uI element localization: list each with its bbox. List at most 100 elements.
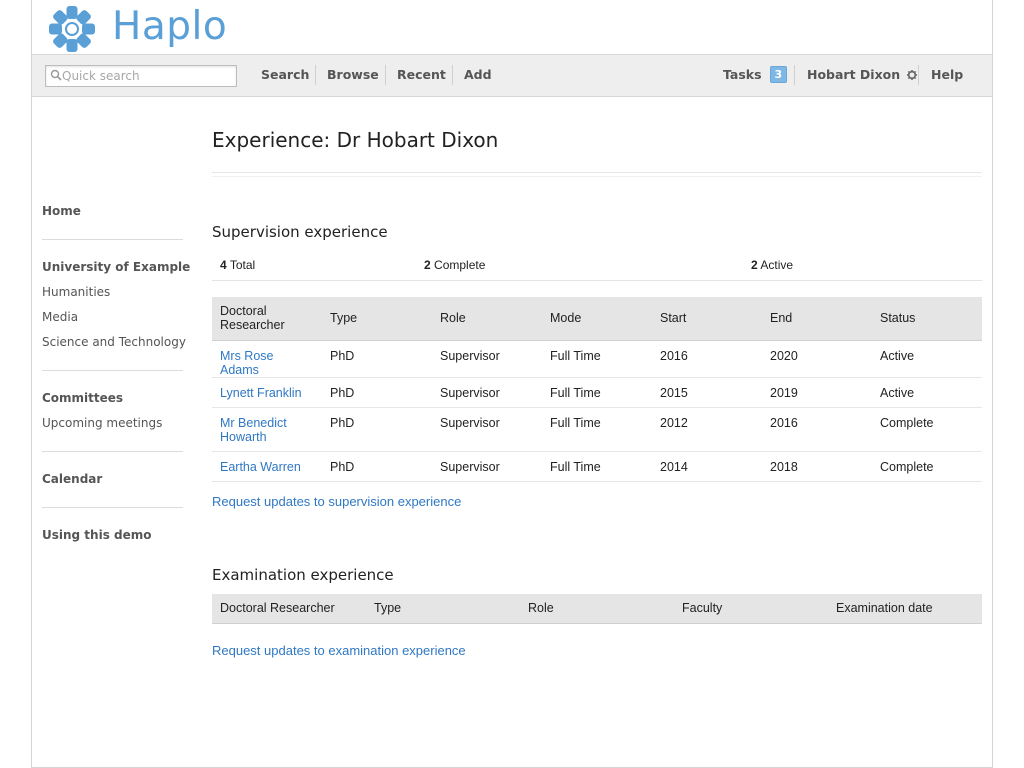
status-cell: Active: [872, 340, 982, 378]
request-examination-updates-link[interactable]: Request updates to examination experienc…: [212, 643, 466, 658]
nav-browse[interactable]: Browse: [327, 55, 379, 95]
quick-search-input[interactable]: [62, 67, 232, 84]
nav-help[interactable]: Help: [931, 55, 963, 95]
end-cell: 2018: [762, 451, 872, 482]
nav-divider: [315, 65, 316, 85]
table-header-row: Doctoral Researcher Type Role Mode Start…: [212, 297, 982, 341]
nav-divider: [452, 65, 453, 85]
supervision-section-title: Supervision experience: [212, 223, 388, 241]
table-header-row: Doctoral Researcher Type Role Faculty Ex…: [212, 594, 982, 624]
nav-recent[interactable]: Recent: [397, 55, 446, 95]
start-cell: 2016: [652, 340, 762, 378]
column-header-doctoral-researcher: Doctoral Researcher: [212, 594, 366, 624]
table-row: Lynett Franklin PhD Supervisor Full Time…: [212, 377, 982, 408]
stat-total: 4 Total: [220, 258, 255, 272]
stat-active: 2 Active: [751, 258, 793, 272]
stat-active-count: 2: [751, 258, 758, 272]
title-divider-shadow: [212, 176, 982, 177]
nav-user-menu[interactable]: Hobart Dixon: [807, 55, 918, 95]
nav-divider: [794, 65, 795, 85]
sidebar-divider: [42, 370, 183, 371]
nav-divider: [385, 65, 386, 85]
end-cell: 2020: [762, 340, 872, 378]
title-divider: [212, 172, 982, 173]
quick-search-box[interactable]: [45, 65, 237, 87]
stat-complete-label: Complete: [434, 258, 486, 272]
examination-table: Doctoral Researcher Type Role Faculty Ex…: [212, 594, 982, 624]
tasks-count-badge: 3: [769, 66, 788, 83]
app-name[interactable]: Haplo: [112, 4, 227, 49]
tasks-label: Tasks: [723, 67, 762, 82]
sidebar-item-science-technology[interactable]: Science and Technology: [42, 335, 186, 349]
researcher-link[interactable]: Lynett Franklin: [220, 386, 302, 400]
column-header-role: Role: [520, 594, 674, 624]
column-header-doctoral-researcher: Doctoral Researcher: [212, 297, 322, 341]
sidebar-divider: [42, 451, 183, 452]
column-header-end: End: [762, 297, 872, 341]
sidebar-divider: [42, 507, 183, 508]
status-cell: Complete: [872, 407, 982, 452]
sidebar-item-using-this-demo[interactable]: Using this demo: [42, 528, 152, 542]
mode-cell: Full Time: [542, 340, 652, 378]
researcher-link[interactable]: Eartha Warren: [220, 460, 301, 474]
start-cell: 2014: [652, 451, 762, 482]
toolbar: Search Browse Recent Add Tasks 3 Hobart D…: [32, 54, 992, 97]
start-cell: 2012: [652, 407, 762, 452]
sidebar-item-home[interactable]: Home: [42, 204, 81, 218]
end-cell: 2019: [762, 377, 872, 408]
status-cell: Complete: [872, 451, 982, 482]
column-header-type: Type: [322, 297, 432, 341]
type-cell: PhD: [322, 340, 432, 378]
stat-complete: 2 Complete: [424, 258, 485, 272]
supervision-table: Doctoral Researcher Type Role Mode Start…: [212, 297, 982, 482]
page-title: Experience: Dr Hobart Dixon: [212, 128, 499, 152]
column-header-start: Start: [652, 297, 762, 341]
request-supervision-updates-link[interactable]: Request updates to supervision experienc…: [212, 494, 461, 509]
stat-total-count: 4: [220, 258, 227, 272]
researcher-link[interactable]: Mr Benedict Howarth: [220, 416, 287, 444]
sidebar-item-committees[interactable]: Committees: [42, 391, 123, 405]
stat-complete-count: 2: [424, 258, 431, 272]
gear-icon: [907, 70, 918, 80]
nav-add[interactable]: Add: [464, 55, 492, 95]
mode-cell: Full Time: [542, 407, 652, 452]
start-cell: 2015: [652, 377, 762, 408]
mode-cell: Full Time: [542, 377, 652, 408]
search-icon: [50, 69, 62, 81]
column-header-faculty: Faculty: [674, 594, 828, 624]
role-cell: Supervisor: [432, 451, 542, 482]
column-header-mode: Mode: [542, 297, 652, 341]
end-cell: 2016: [762, 407, 872, 452]
stat-active-label: Active: [760, 258, 794, 272]
page-frame: Haplo Search Browse Recent Add Tasks 3 Ho…: [31, 0, 993, 768]
role-cell: Supervisor: [432, 377, 542, 408]
type-cell: PhD: [322, 451, 432, 482]
sidebar-item-media[interactable]: Media: [42, 310, 78, 324]
nav-divider: [918, 65, 919, 85]
sidebar-item-humanities[interactable]: Humanities: [42, 285, 110, 299]
sidebar-divider: [42, 239, 183, 240]
supervision-stats: 4 Total 2 Complete 2 Active: [212, 257, 982, 281]
column-header-status: Status: [872, 297, 982, 341]
sidebar-item-university[interactable]: University of Example: [42, 260, 190, 274]
nav-search[interactable]: Search: [261, 55, 309, 95]
mode-cell: Full Time: [542, 451, 652, 482]
user-name: Hobart Dixon: [807, 67, 901, 82]
header: Haplo: [32, 0, 992, 54]
column-header-role: Role: [432, 297, 542, 341]
sidebar-item-upcoming-meetings[interactable]: Upcoming meetings: [42, 416, 162, 430]
role-cell: Supervisor: [432, 340, 542, 378]
haplo-logo-icon[interactable]: [47, 4, 97, 54]
nav-tasks[interactable]: Tasks 3: [723, 55, 788, 95]
type-cell: PhD: [322, 377, 432, 408]
table-row: Eartha Warren PhD Supervisor Full Time 2…: [212, 451, 982, 482]
table-row: Mrs Rose Adams PhD Supervisor Full Time …: [212, 340, 982, 378]
type-cell: PhD: [322, 407, 432, 452]
column-header-examination-date: Examination date: [828, 594, 982, 624]
table-row: Mr Benedict Howarth PhD Supervisor Full …: [212, 407, 982, 452]
role-cell: Supervisor: [432, 407, 542, 452]
sidebar-item-calendar[interactable]: Calendar: [42, 472, 102, 486]
column-header-type: Type: [366, 594, 520, 624]
examination-section-title: Examination experience: [212, 566, 394, 584]
researcher-link[interactable]: Mrs Rose Adams: [220, 349, 273, 377]
